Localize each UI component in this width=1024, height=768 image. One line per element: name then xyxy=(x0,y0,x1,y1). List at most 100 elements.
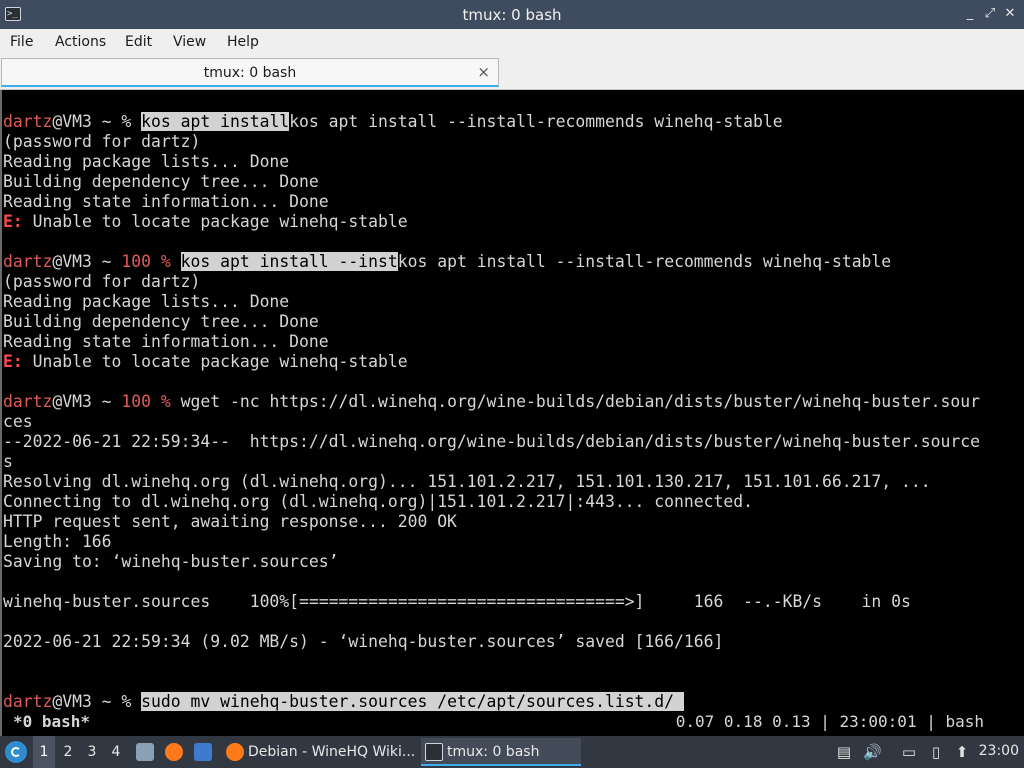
terminal-line: dartz@VM3 ~ % kos apt installkos apt ins… xyxy=(3,112,980,132)
window-titlebar[interactable]: >_ tmux: 0 bash _ ⤢ ✕ xyxy=(0,0,1024,29)
tmux-status-info: 0.07 0.18 0.13 | 23:00:01 | bash xyxy=(675,712,984,731)
tab-tmux[interactable]: tmux: 0 bash × xyxy=(1,58,499,87)
terminal-text: wget -nc https://dl.winehq.org/wine-buil… xyxy=(170,392,980,411)
volume-icon[interactable]: 🔊 xyxy=(863,743,882,761)
terminal-output: dartz@VM3 ~ % kos apt installkos apt ins… xyxy=(3,112,980,712)
workspace-4[interactable]: 4 xyxy=(105,736,127,768)
terminal-line: (password for dartz) xyxy=(3,132,980,152)
terminal-text: ces xyxy=(3,412,33,431)
terminal-text: Reading package lists... Done xyxy=(3,292,290,311)
error-marker: E: xyxy=(3,212,23,231)
taskbar-task-label: tmux: 0 bash xyxy=(447,744,540,760)
selected-text: sudo mv winehq-buster.sources /etc/apt/s… xyxy=(141,692,684,711)
tab-label: tmux: 0 bash xyxy=(203,65,297,81)
terminal-text: Length: 166 xyxy=(3,532,112,551)
workspace-1[interactable]: 1 xyxy=(33,736,55,768)
terminal-text: s xyxy=(3,452,13,471)
terminal-line: Building dependency tree... Done xyxy=(3,172,980,192)
close-icon[interactable]: ✕ xyxy=(1001,5,1019,23)
terminal-text: Reading package lists... Done xyxy=(3,152,290,171)
terminal-line: Reading state information... Done xyxy=(3,192,980,212)
terminal-text: (password for dartz) xyxy=(3,272,201,291)
terminal-line: dartz@VM3 ~ % sudo mv winehq-buster.sour… xyxy=(3,692,980,712)
terminal-text: % xyxy=(160,392,171,411)
terminal-text: @VM3 ~ xyxy=(52,252,122,271)
terminal-line: s xyxy=(3,452,980,472)
prompt-user: dartz xyxy=(3,252,53,271)
menu-view[interactable]: View xyxy=(173,34,206,50)
file-manager-icon[interactable] xyxy=(136,743,154,761)
terminal-line: Connecting to dl.winehq.org (dl.winehq.o… xyxy=(3,492,980,512)
menu-edit[interactable]: Edit xyxy=(125,34,152,50)
clock[interactable]: 23:00 xyxy=(979,743,1019,759)
terminal-text: @VM3 ~ xyxy=(52,392,122,411)
terminal-line: E: Unable to locate package winehq-stabl… xyxy=(3,212,980,232)
terminal-text: kos apt install --install-recommends win… xyxy=(397,252,892,271)
selected-text: kos apt install xyxy=(141,112,290,131)
taskbar-task[interactable]: tmux: 0 bash xyxy=(421,738,581,766)
terminal-text: kos apt install --install-recommends win… xyxy=(289,112,783,131)
menu-file[interactable]: File xyxy=(10,34,33,50)
selected-text: kos apt install --inst xyxy=(180,252,398,271)
terminal-line: Reading package lists... Done xyxy=(3,152,980,172)
workspace-3[interactable]: 3 xyxy=(81,736,103,768)
show-desktop-icon[interactable] xyxy=(194,743,212,761)
menu-actions[interactable]: Actions xyxy=(55,34,106,50)
terminal-text: Building dependency tree... Done xyxy=(3,312,319,331)
prompt-user: dartz xyxy=(3,392,53,411)
terminal-line: Building dependency tree... Done xyxy=(3,312,980,332)
menubar: File Actions Edit View Help xyxy=(0,29,1024,57)
terminal-text: Building dependency tree... Done xyxy=(3,172,319,191)
notes-icon[interactable]: ▯ xyxy=(927,743,945,761)
terminal-text: 100 xyxy=(121,252,152,271)
firefox-icon[interactable] xyxy=(165,743,183,761)
terminal-line: 2022-06-21 22:59:34 (9.02 MB/s) - ‘wineh… xyxy=(3,632,980,652)
terminal-line: winehq-buster.sources 100%[=============… xyxy=(3,592,980,612)
tab-bar: tmux: 0 bash × xyxy=(0,57,1024,90)
workspace-2[interactable]: 2 xyxy=(57,736,79,768)
terminal-text: Reading state information... Done xyxy=(3,192,329,211)
terminal-text: winehq-buster.sources 100%[=============… xyxy=(3,592,911,611)
terminal-text: Resolving dl.winehq.org (dl.winehq.org).… xyxy=(3,472,931,491)
error-marker: E: xyxy=(3,352,23,371)
tmux-window-list[interactable]: *0 bash* xyxy=(13,712,90,732)
terminal-line: dartz@VM3 ~ 100 % wget -nc https://dl.wi… xyxy=(3,392,980,412)
terminal-text: Connecting to dl.winehq.org (dl.winehq.o… xyxy=(3,492,753,511)
terminal-line: E: Unable to locate package winehq-stabl… xyxy=(3,352,980,372)
terminal-window: >_ tmux: 0 bash _ ⤢ ✕ File Actions Edit … xyxy=(0,0,1024,736)
terminal-text: 100 xyxy=(121,392,152,411)
maximize-icon[interactable]: ⤢ xyxy=(981,5,999,23)
window-title: tmux: 0 bash xyxy=(462,6,562,24)
terminal-text: 2022-06-21 22:59:34 (9.02 MB/s) - ‘wineh… xyxy=(3,632,724,651)
menu-help[interactable]: Help xyxy=(227,34,259,50)
terminal-line: HTTP request sent, awaiting response... … xyxy=(3,512,980,532)
taskbar-task-label: Debian - WineHQ Wiki... xyxy=(248,744,416,760)
terminal-text: --2022-06-21 22:59:34-- https://dl.wineh… xyxy=(3,432,980,451)
terminal-line: Resolving dl.winehq.org (dl.winehq.org).… xyxy=(3,472,980,492)
taskbar-task[interactable]: Debian - WineHQ Wiki... xyxy=(222,738,418,766)
prompt-user: dartz xyxy=(3,692,53,711)
start-menu-icon[interactable] xyxy=(5,741,27,763)
network-icon[interactable]: ▭ xyxy=(900,743,918,761)
tab-close-icon[interactable]: × xyxy=(477,63,490,81)
terminal-text: Unable to locate package winehq-stable xyxy=(22,212,408,231)
terminal-text: @VM3 ~ % xyxy=(52,112,142,131)
terminal-line: --2022-06-21 22:59:34-- https://dl.wineh… xyxy=(3,432,980,452)
terminal-line: Reading state information... Done xyxy=(3,332,980,352)
terminal-line: (password for dartz) xyxy=(3,272,980,292)
terminal-line: dartz@VM3 ~ 100 % kos apt install --inst… xyxy=(3,252,980,272)
terminal-view[interactable]: dartz@VM3 ~ % kos apt installkos apt ins… xyxy=(0,90,1024,736)
terminal-text: Saving to: ‘winehq-buster.sources’ xyxy=(3,552,339,571)
prompt-user: dartz xyxy=(3,112,53,131)
terminal-line: ces xyxy=(3,412,980,432)
minimize-icon[interactable]: _ xyxy=(961,5,979,23)
clipboard-icon[interactable]: ▤ xyxy=(835,743,853,761)
update-icon[interactable]: ⬆ xyxy=(953,743,971,761)
